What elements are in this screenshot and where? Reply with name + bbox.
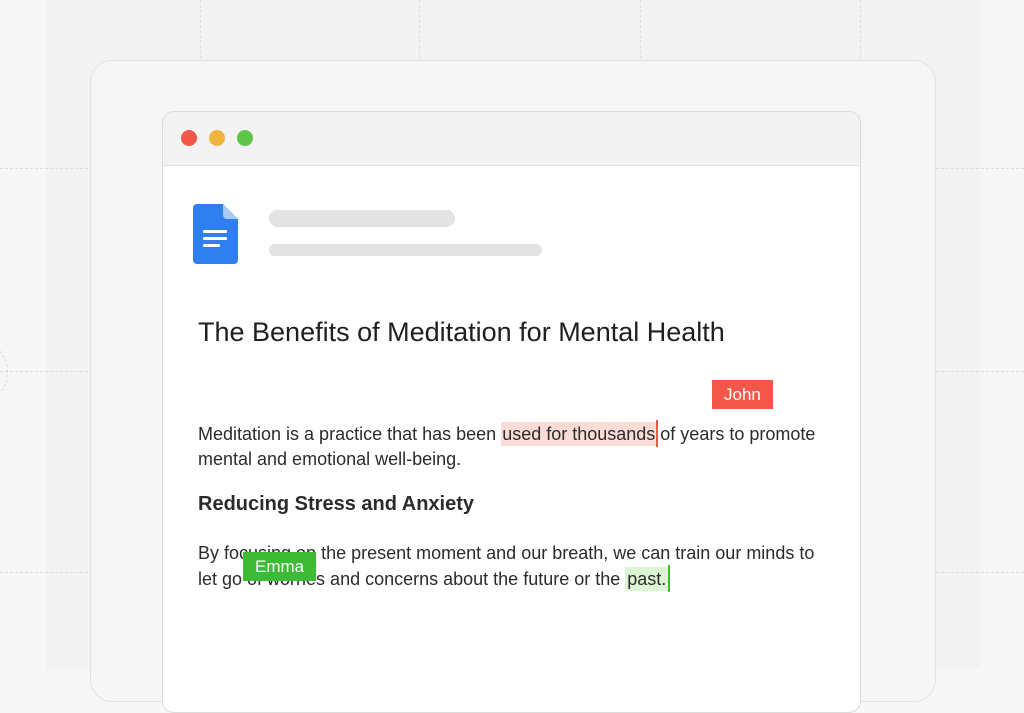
collaborator-tag-emma: Emma [243, 552, 317, 581]
decorative-circle [0, 347, 8, 397]
document-heading[interactable]: The Benefits of Meditation for Mental He… [198, 314, 758, 350]
document-window: The Benefits of Meditation for Mental He… [162, 111, 861, 713]
emma-selection[interactable]: past. [625, 567, 669, 591]
maximize-window-button[interactable] [237, 130, 253, 146]
collaborator-tag-john: John [712, 380, 773, 409]
emma-cursor [668, 565, 671, 592]
document-area: The Benefits of Meditation for Mental He… [163, 166, 860, 712]
john-cursor [656, 420, 659, 447]
john-selection[interactable]: used for thousands [501, 422, 657, 446]
paragraph-text: Meditation is a practice that has been [198, 424, 502, 444]
minimize-window-button[interactable] [209, 130, 225, 146]
close-window-button[interactable] [181, 130, 197, 146]
paragraph-intro[interactable]: Meditation is a practice that has been u… [198, 420, 818, 471]
doc-title-placeholder [269, 210, 455, 227]
window-titlebar [163, 112, 860, 166]
google-docs-icon [193, 204, 238, 269]
section-subheading[interactable]: Reducing Stress and Anxiety [198, 491, 474, 517]
doc-meta-placeholder [269, 244, 542, 256]
